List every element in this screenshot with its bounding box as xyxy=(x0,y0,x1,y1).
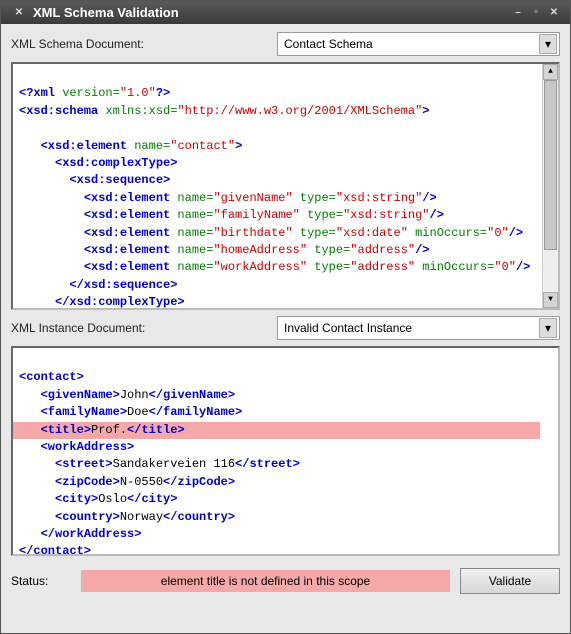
status-label: Status: xyxy=(11,574,71,588)
maximize-icon[interactable]: ▫ xyxy=(528,6,544,20)
error-highlight: <title>Prof.</title> xyxy=(13,422,540,439)
scroll-thumb[interactable] xyxy=(544,80,557,250)
schema-dropdown[interactable]: Contact Schema ▾ xyxy=(277,32,560,56)
instance-code[interactable]: <contact> <givenName>John</givenName> <f… xyxy=(13,348,540,554)
instance-selector-row: XML Instance Document: Invalid Contact I… xyxy=(11,316,560,340)
status-message: element title is not defined in this sco… xyxy=(81,570,450,592)
close-icon[interactable]: ✕ xyxy=(546,6,562,20)
schema-document-label: XML Schema Document: xyxy=(11,37,271,51)
scroll-up-icon[interactable]: ▲ xyxy=(543,64,558,80)
titlebar: ✕ XML Schema Validation – ▫ ✕ xyxy=(1,1,570,24)
instance-dropdown-value: Invalid Contact Instance xyxy=(284,321,412,335)
chevron-down-icon: ▾ xyxy=(539,318,557,338)
window-close-icon[interactable]: ✕ xyxy=(11,6,27,20)
scroll-down-icon[interactable]: ▼ xyxy=(543,292,558,308)
schema-code[interactable]: <?xml version="1.0"?> <xsd:schema xmlns:… xyxy=(13,64,540,308)
schema-code-box: <?xml version="1.0"?> <xsd:schema xmlns:… xyxy=(11,62,560,310)
scroll-track[interactable] xyxy=(543,80,558,292)
instance-code-box: <contact> <givenName>John</givenName> <f… xyxy=(11,346,560,556)
chevron-down-icon: ▾ xyxy=(539,34,557,54)
scrollbar[interactable]: ▲ ▼ xyxy=(542,64,558,308)
validate-button[interactable]: Validate xyxy=(460,568,560,594)
minimize-icon[interactable]: – xyxy=(510,6,526,20)
footer: Status: element title is not defined in … xyxy=(11,562,560,598)
window-title: XML Schema Validation xyxy=(33,5,179,20)
instance-document-label: XML Instance Document: xyxy=(11,321,271,335)
schema-selector-row: XML Schema Document: Contact Schema ▾ xyxy=(11,32,560,56)
content-area: XML Schema Document: Contact Schema ▾ <?… xyxy=(1,24,570,633)
instance-dropdown[interactable]: Invalid Contact Instance ▾ xyxy=(277,316,560,340)
window: ✕ XML Schema Validation – ▫ ✕ XML Schema… xyxy=(0,0,571,634)
xml-decl: <?xml xyxy=(19,86,55,100)
schema-dropdown-value: Contact Schema xyxy=(284,37,373,51)
